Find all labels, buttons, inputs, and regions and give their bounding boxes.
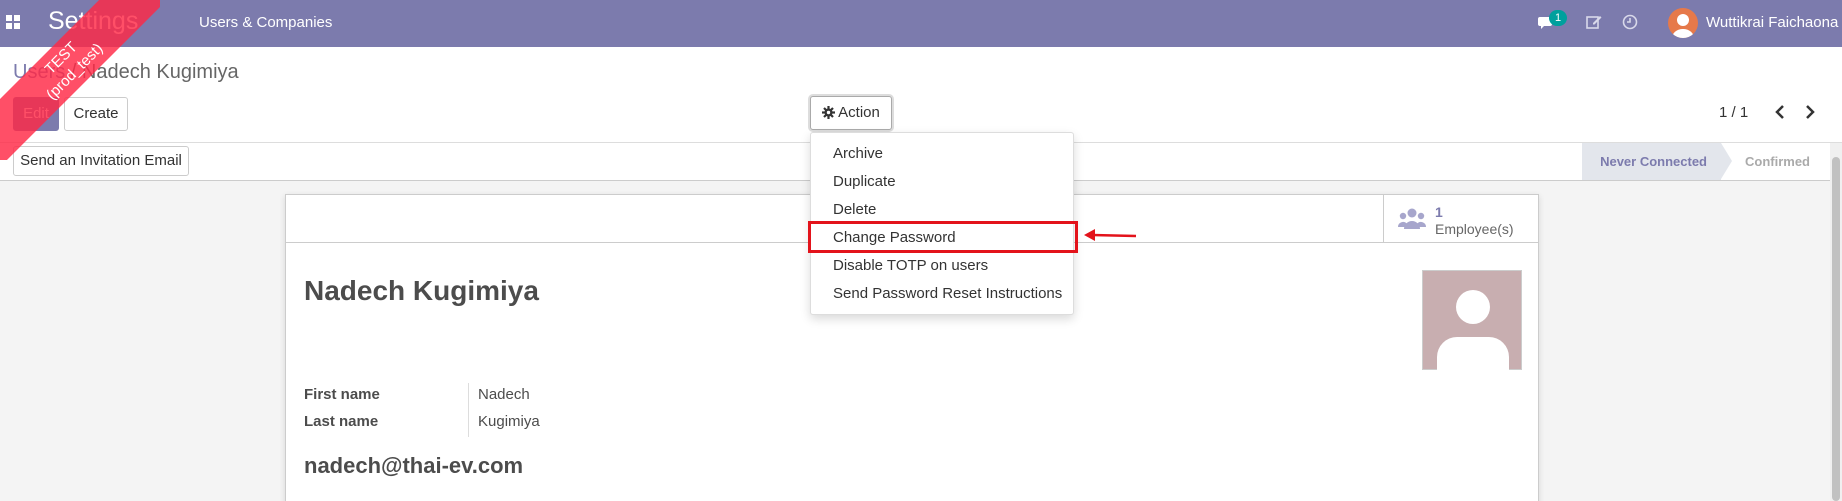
menu-users-companies[interactable]: Users & Companies	[199, 14, 332, 31]
user-avatar[interactable]	[1668, 8, 1698, 38]
employees-label: Employee(s)	[1435, 221, 1514, 237]
menu-item-delete[interactable]: Delete	[833, 201, 876, 218]
scrollbar-thumb[interactable]	[1832, 157, 1840, 501]
clock-icon[interactable]	[1621, 13, 1639, 31]
edit-activity-icon[interactable]	[1585, 13, 1603, 31]
send-invitation-button[interactable]: Send an Invitation Email	[13, 146, 189, 176]
users-icon	[1398, 208, 1426, 229]
field-separator	[468, 383, 469, 437]
status-step-confirmed: Confirmed	[1745, 154, 1810, 169]
vertical-scrollbar[interactable]	[1830, 143, 1842, 501]
chevron-right-icon[interactable]	[1800, 101, 1820, 123]
top-navbar: Settings Users & Companies 1 Wuttikrai F…	[0, 0, 1842, 47]
control-panel: Users / Nadech Kugimiya Edit Create Acti…	[0, 47, 1842, 143]
app-brand[interactable]: Settings	[48, 7, 138, 36]
action-button[interactable]: Action	[810, 96, 892, 130]
first-name-label: First name	[304, 386, 380, 403]
breadcrumb-users-link[interactable]: Users	[13, 61, 65, 83]
first-name-value: Nadech	[478, 386, 530, 403]
status-steps: Never Connected Confirmed	[1582, 143, 1828, 180]
user-photo[interactable]	[1422, 270, 1522, 371]
edit-button[interactable]: Edit	[13, 97, 59, 131]
status-step-never-connected: Never Connected	[1582, 143, 1732, 180]
employees-count: 1	[1435, 204, 1443, 220]
user-email: nadech@thai-ev.com	[304, 453, 524, 478]
menu-item-send-reset[interactable]: Send Password Reset Instructions	[833, 285, 1062, 302]
employees-stat-button[interactable]: 1 Employee(s)	[1383, 195, 1538, 243]
pager-value[interactable]: 1 / 1	[1719, 104, 1748, 121]
user-name[interactable]: Wuttikrai Faichaona	[1706, 14, 1838, 31]
last-name-value: Kugimiya	[478, 413, 540, 430]
annotation-arrow-icon	[1084, 229, 1137, 241]
action-label: Action	[838, 104, 880, 121]
breadcrumb: Users / Nadech Kugimiya	[13, 61, 239, 84]
chevron-left-icon[interactable]	[1770, 101, 1790, 123]
menu-item-duplicate[interactable]: Duplicate	[833, 173, 896, 190]
menu-item-disable-totp[interactable]: Disable TOTP on users	[833, 257, 988, 274]
action-dropdown-menu: Archive Duplicate Delete Change Password…	[808, 132, 1078, 315]
breadcrumb-separator: /	[65, 61, 82, 83]
gear-icon	[822, 106, 836, 119]
create-button[interactable]: Create	[64, 97, 128, 131]
user-name-title: Nadech Kugimiya	[304, 275, 539, 306]
last-name-label: Last name	[304, 413, 379, 430]
apps-menu-icon[interactable]	[6, 15, 20, 29]
breadcrumb-current: Nadech Kugimiya	[81, 61, 239, 83]
menu-item-archive[interactable]: Archive	[833, 145, 883, 162]
highlight-box	[808, 221, 1078, 253]
chat-badge: 1	[1549, 10, 1567, 26]
